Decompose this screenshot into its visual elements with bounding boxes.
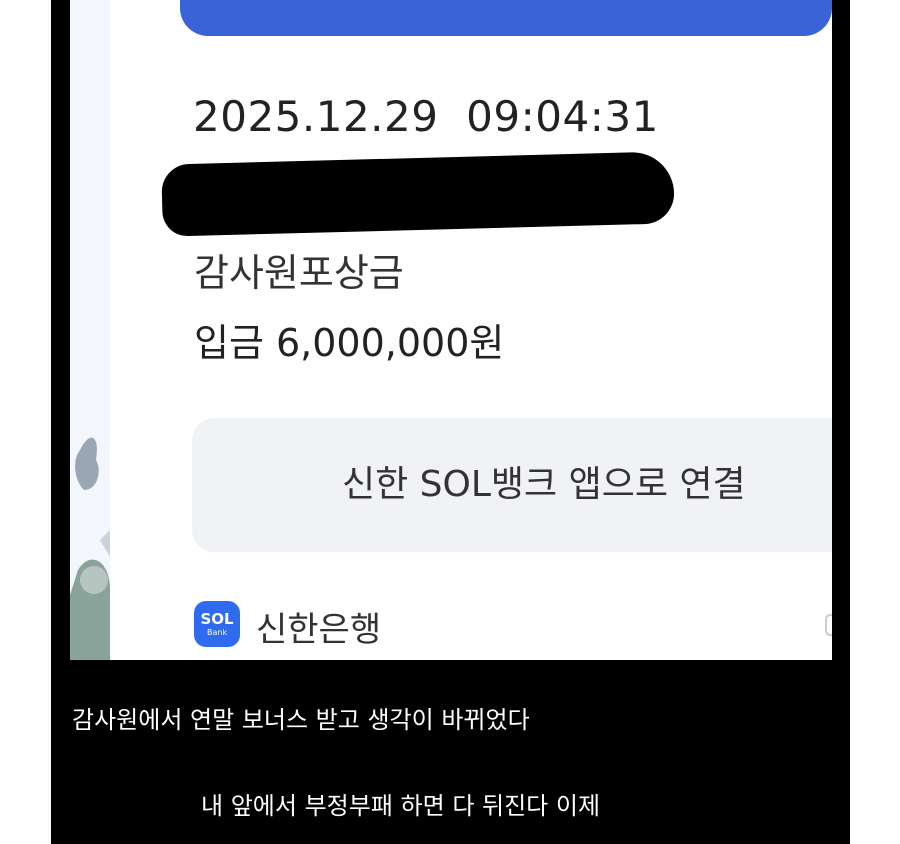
page: 2025.12.29 09:04:31 감사원포상금 입금 6,000,000원… xyxy=(0,0,900,844)
caption-line-1: 감사원에서 연말 보너스 받고 생각이 바뀌었다 xyxy=(72,706,530,734)
redacted-account-info xyxy=(161,151,675,237)
sol-bank-logo-icon: SOL Bank xyxy=(194,601,240,647)
transaction-timestamp: 2025.12.29 09:04:31 xyxy=(193,92,659,141)
deposit-amount: 입금 6,000,000원 xyxy=(194,321,505,365)
transaction-memo: 감사원포상금 xyxy=(194,251,404,295)
chat-bubble-icon[interactable] xyxy=(824,613,832,643)
open-sol-bank-app-button[interactable]: 신한 SOL뱅크 앱으로 연결 xyxy=(192,418,832,552)
phone-screenshot: 2025.12.29 09:04:31 감사원포상금 입금 6,000,000원… xyxy=(70,0,832,660)
logo-subtext: Bank xyxy=(206,628,228,637)
bank-name: 신한은행 xyxy=(256,610,382,650)
logo-text: SOL xyxy=(200,610,234,628)
decorative-illustration xyxy=(70,437,112,660)
caption-line-2: 내 앞에서 부정부패 하면 다 뒤진다 이제 xyxy=(201,792,601,820)
notification-card: 2025.12.29 09:04:31 감사원포상금 입금 6,000,000원… xyxy=(110,0,832,660)
header-banner xyxy=(180,0,832,36)
